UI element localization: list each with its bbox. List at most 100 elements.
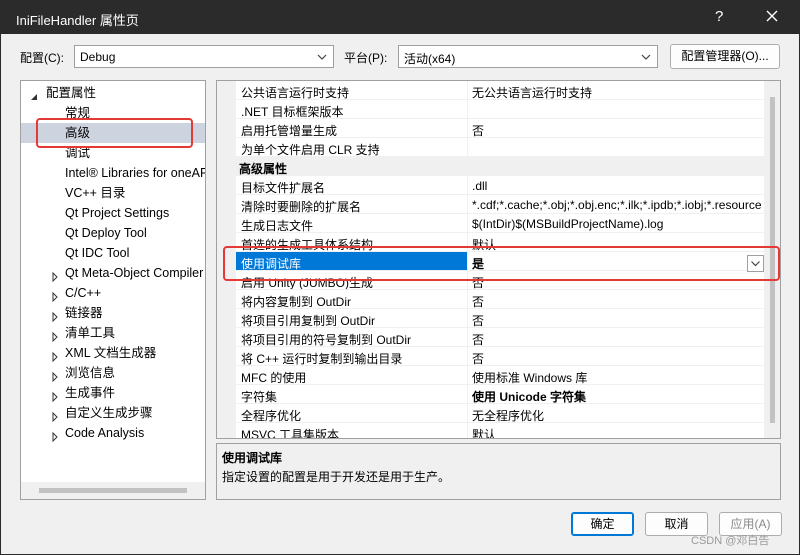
- config-select-value: Debug: [80, 50, 116, 64]
- tree-item-label: Code Analysis: [65, 426, 145, 440]
- tree-item-label: Intel® Libraries for oneAPI: [65, 166, 206, 180]
- property-name: 清除时要删除的扩展名: [241, 200, 362, 214]
- property-name: 为单个文件启用 CLR 支持: [241, 143, 380, 157]
- property-name: 目标文件扩展名: [241, 181, 326, 195]
- title-bar: IniFileHandler 属性页 ?: [1, 1, 800, 34]
- expand-triangle-icon[interactable]: [50, 388, 60, 403]
- column-divider: [467, 81, 468, 99]
- tree-root-label: 配置属性: [46, 86, 97, 100]
- property-value[interactable]: 否: [472, 350, 762, 365]
- column-divider: [467, 195, 468, 213]
- column-divider: [467, 138, 468, 156]
- expand-triangle-icon[interactable]: [50, 428, 60, 443]
- description-text: 指定设置的配置是用于开发还是用于生产。: [222, 470, 451, 484]
- tree-root[interactable]: 配置属性: [21, 83, 205, 103]
- grid-row[interactable]: 将内容复制到 OutDir 否: [236, 290, 764, 309]
- grid-row[interactable]: 为单个文件启用 CLR 支持: [236, 138, 764, 157]
- tree-item[interactable]: Qt Deploy Tool: [21, 223, 205, 243]
- property-value[interactable]: 默认: [472, 426, 762, 438]
- column-divider: [467, 309, 468, 327]
- grid-row[interactable]: MSVC 工具集版本 默认: [236, 423, 764, 438]
- property-value[interactable]: $(IntDir)$(MSBuildProjectName).log: [472, 217, 762, 231]
- grid-row[interactable]: 公共语言运行时支持 无公共语言运行时支持: [236, 81, 764, 100]
- help-button[interactable]: ?: [715, 8, 723, 25]
- grid-row[interactable]: MFC 的使用 使用标准 Windows 库: [236, 366, 764, 385]
- tree-horizontal-scrollbar[interactable]: [21, 482, 205, 499]
- property-value[interactable]: 无全程序优化: [472, 407, 762, 422]
- watermark: CSDN @邓白告: [691, 535, 770, 547]
- grid-section-header[interactable]: 高级属性: [236, 157, 764, 176]
- grid-row[interactable]: 字符集 使用 Unicode 字符集: [236, 385, 764, 404]
- description-title: 使用调试库: [222, 451, 283, 465]
- tree-item-label: Qt Project Settings: [65, 206, 170, 220]
- property-name: 启用托管增量生成: [241, 124, 338, 138]
- property-value[interactable]: *.cdf;*.cache;*.obj;*.obj.enc;*.ilk;*.ip…: [472, 198, 762, 212]
- tree-item[interactable]: Qt Project Settings: [21, 203, 205, 223]
- property-value[interactable]: 无公共语言运行时支持: [472, 84, 762, 99]
- grid-row[interactable]: 生成日志文件 $(IntDir)$(MSBuildProjectName).log: [236, 214, 764, 233]
- property-value[interactable]: 否: [472, 331, 762, 346]
- property-value[interactable]: 否: [472, 122, 762, 137]
- tree-item[interactable]: Intel® Libraries for oneAPI: [21, 163, 205, 183]
- grid-row[interactable]: 启用托管增量生成 否: [236, 119, 764, 138]
- config-select[interactable]: Debug: [74, 45, 334, 68]
- grid-row[interactable]: 将项目引用的符号复制到 OutDir 否: [236, 328, 764, 347]
- tree-item[interactable]: XML 文档生成器: [21, 343, 205, 363]
- config-manager-button[interactable]: 配置管理器(O)...: [670, 44, 780, 69]
- grid-row[interactable]: 将项目引用复制到 OutDir 否: [236, 309, 764, 328]
- tree-item-label: VC++ 目录: [65, 186, 126, 200]
- expand-triangle-icon[interactable]: [50, 328, 60, 343]
- tree-item[interactable]: 自定义生成步骤: [21, 403, 205, 423]
- column-divider: [467, 366, 468, 384]
- grid-row[interactable]: 目标文件扩展名 .dll: [236, 176, 764, 195]
- expand-triangle-icon[interactable]: [50, 368, 60, 383]
- property-name: 将 C++ 运行时复制到输出目录: [241, 352, 403, 366]
- expand-triangle-icon[interactable]: [50, 288, 60, 303]
- close-icon[interactable]: [761, 5, 783, 27]
- grid-row[interactable]: 全程序优化 无全程序优化: [236, 404, 764, 423]
- property-value[interactable]: .dll: [472, 179, 762, 193]
- scrollbar-thumb[interactable]: [39, 488, 187, 493]
- property-name: 将项目引用的符号复制到 OutDir: [241, 333, 412, 347]
- grid-row[interactable]: 将 C++ 运行时复制到输出目录 否: [236, 347, 764, 366]
- grid-row[interactable]: .NET 目标框架版本: [236, 100, 764, 119]
- property-value[interactable]: 使用标准 Windows 库: [472, 369, 762, 384]
- tree-item[interactable]: Code Analysis: [21, 423, 205, 443]
- tree-item[interactable]: 浏览信息: [21, 363, 205, 383]
- expanded-triangle-icon[interactable]: [29, 88, 39, 100]
- property-name: 高级属性: [239, 162, 288, 176]
- property-value[interactable]: 否: [472, 293, 762, 308]
- grid-row[interactable]: 清除时要删除的扩展名 *.cdf;*.cache;*.obj;*.obj.enc;…: [236, 195, 764, 214]
- tree-item[interactable]: 生成事件: [21, 383, 205, 403]
- expand-triangle-icon[interactable]: [50, 348, 60, 363]
- column-divider: [467, 119, 468, 137]
- property-value[interactable]: 使用 Unicode 字符集: [472, 388, 762, 403]
- column-divider: [467, 328, 468, 346]
- tree-item[interactable]: Qt Meta-Object Compiler: [21, 263, 205, 283]
- tree-item-label: Qt IDC Tool: [65, 246, 130, 260]
- property-name: 公共语言运行时支持: [241, 86, 350, 100]
- column-divider: [467, 214, 468, 232]
- property-value[interactable]: 否: [472, 312, 762, 327]
- column-divider: [467, 385, 468, 403]
- platform-label: 平台(P):: [344, 51, 388, 65]
- platform-select[interactable]: 活动(x64): [398, 45, 658, 68]
- tree-item[interactable]: 清单工具: [21, 323, 205, 343]
- tree-item[interactable]: Qt IDC Tool: [21, 243, 205, 263]
- tree-item[interactable]: C/C++: [21, 283, 205, 303]
- property-name: 字符集: [241, 390, 278, 404]
- column-divider: [467, 176, 468, 194]
- expand-triangle-icon[interactable]: [50, 408, 60, 423]
- property-name: 将项目引用复制到 OutDir: [241, 314, 376, 328]
- expand-triangle-icon[interactable]: [50, 308, 60, 323]
- chevron-down-icon: [317, 51, 327, 61]
- ok-button[interactable]: 确定: [571, 512, 634, 536]
- tree-item[interactable]: VC++ 目录: [21, 183, 205, 203]
- tree-item[interactable]: 链接器: [21, 303, 205, 323]
- platform-select-value: 活动(x64): [404, 52, 456, 66]
- tree-item-label: 浏览信息: [65, 366, 116, 380]
- tree-item-label: 链接器: [65, 306, 103, 320]
- expand-triangle-icon[interactable]: [50, 268, 60, 283]
- chevron-down-icon: [641, 51, 651, 61]
- column-divider: [467, 404, 468, 422]
